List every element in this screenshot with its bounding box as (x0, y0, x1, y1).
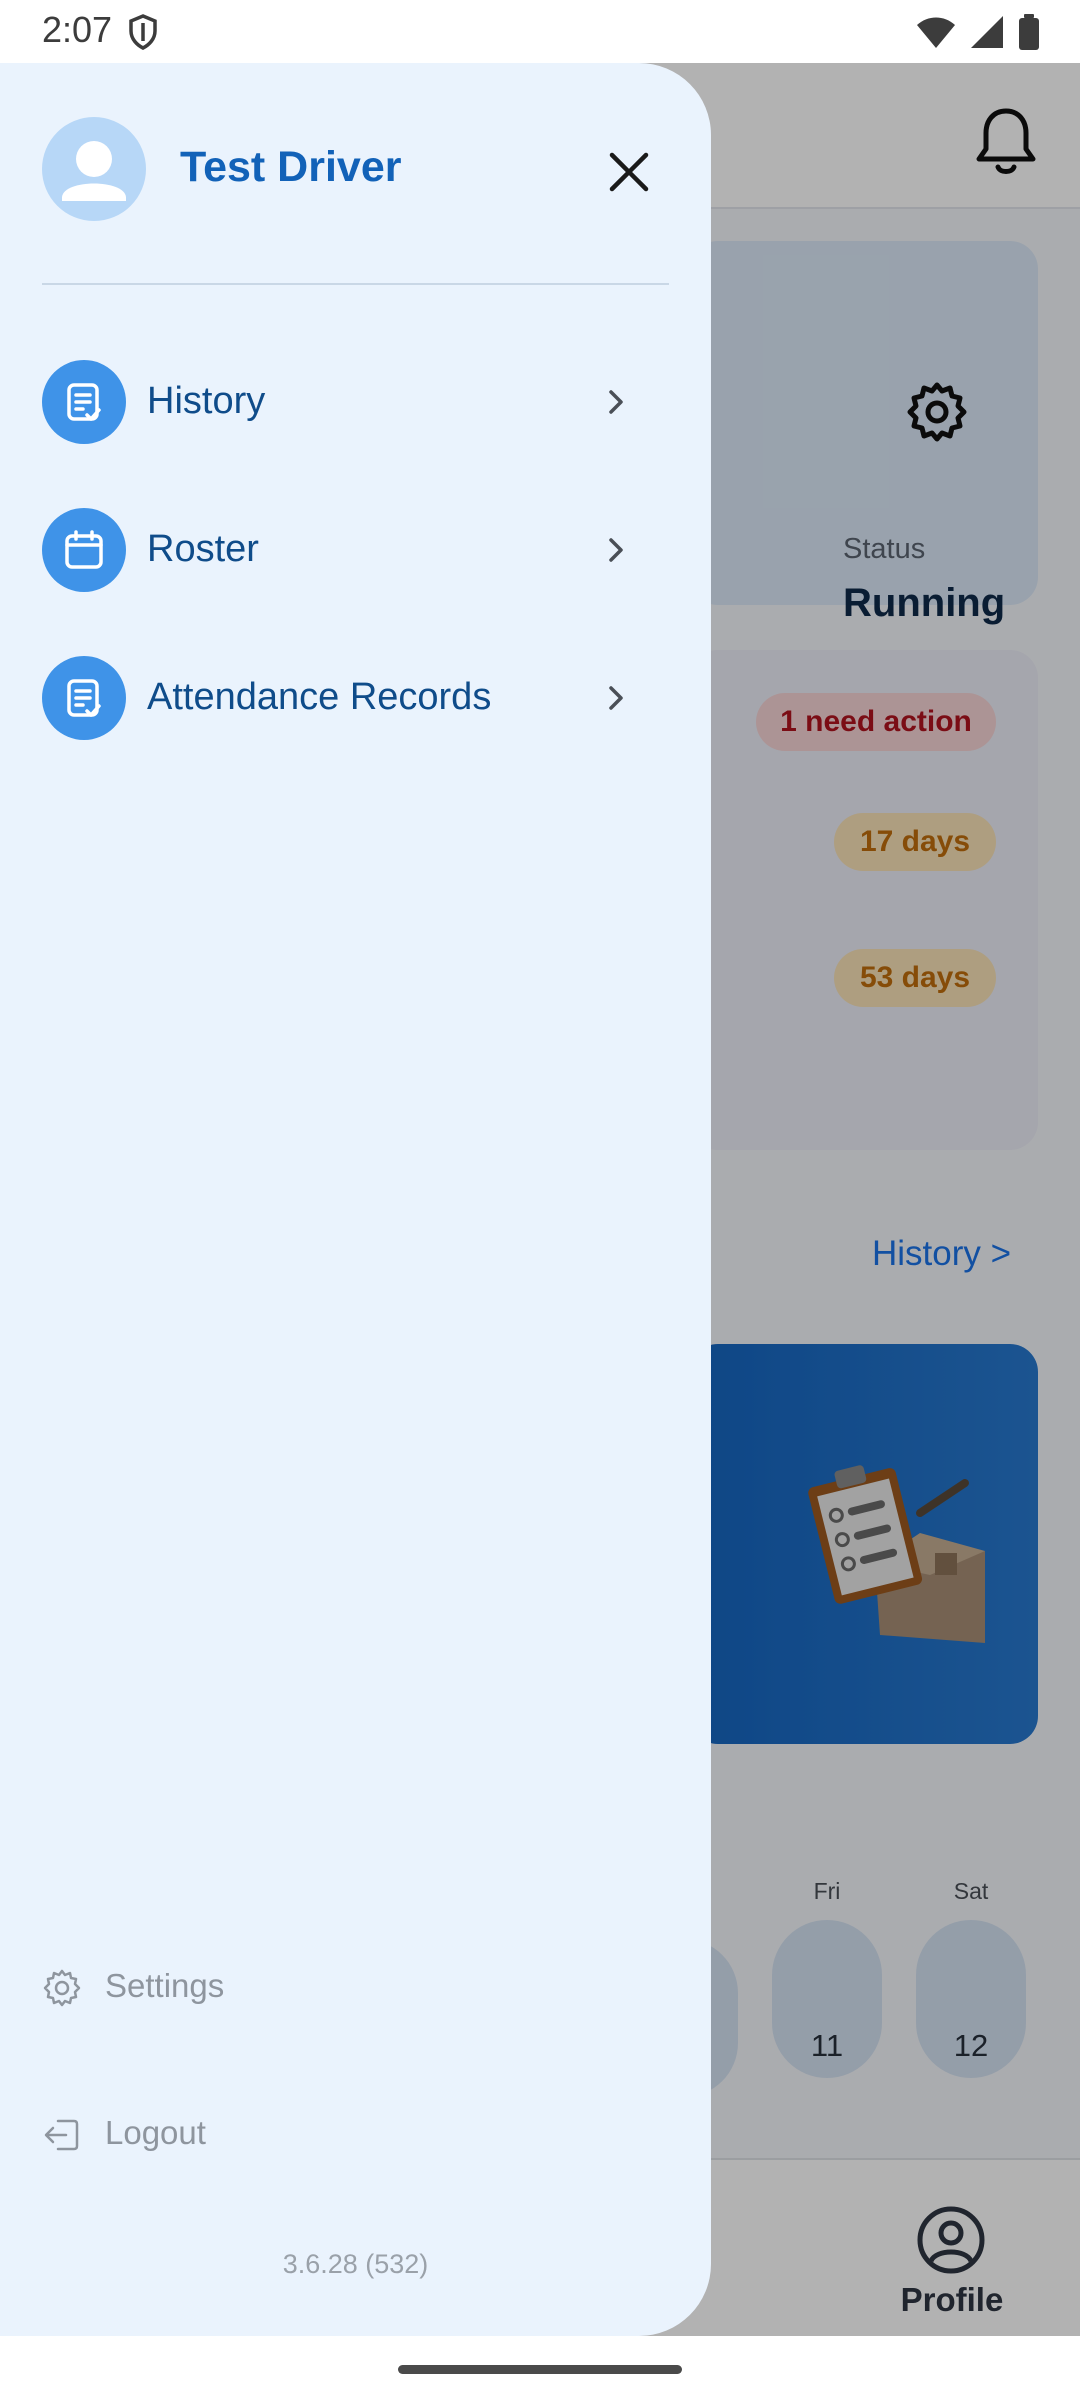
menu-item-history[interactable]: History (42, 360, 642, 444)
menu-item-label: Attendance Records (147, 676, 492, 718)
settings-button[interactable]: Settings (42, 1962, 342, 2012)
logout-icon (44, 2119, 79, 2151)
divider (42, 283, 669, 285)
status-icons (916, 12, 1040, 52)
logout-button[interactable]: Logout (42, 2109, 342, 2159)
app-version: 3.6.28 (532) (282, 2249, 429, 2279)
navigation-drawer: Test Driver History Roster Attendance Re… (0, 63, 711, 2336)
close-button[interactable] (600, 143, 658, 201)
chevron-right-icon (609, 390, 623, 414)
document-check-icon (42, 360, 126, 444)
settings-label: Settings (105, 1967, 225, 2004)
shield-icon (129, 14, 157, 50)
user-icon (62, 141, 126, 201)
status-time: 2:07 (42, 9, 113, 50)
logout-label: Logout (105, 2114, 206, 2151)
gear-icon (43, 1969, 81, 2007)
menu-item-label: Roster (147, 528, 259, 570)
menu-item-label: History (147, 380, 266, 422)
battery-icon (1019, 14, 1039, 50)
avatar (42, 117, 146, 221)
user-name: Test Driver (180, 143, 402, 191)
document-check-icon (42, 656, 126, 740)
system-nav-area (0, 2336, 1080, 2400)
menu-item-attendance-records[interactable]: Attendance Records (42, 656, 642, 740)
close-icon (609, 152, 649, 192)
gesture-handle[interactable] (398, 2365, 682, 2374)
calendar-icon (42, 508, 126, 592)
cellular-signal-icon (971, 16, 1003, 48)
chevron-right-icon (609, 538, 623, 562)
status-bar: 2:07 (0, 0, 1080, 63)
chevron-right-icon (609, 686, 623, 710)
wifi-icon (917, 17, 955, 48)
menu-item-roster[interactable]: Roster (42, 508, 642, 592)
